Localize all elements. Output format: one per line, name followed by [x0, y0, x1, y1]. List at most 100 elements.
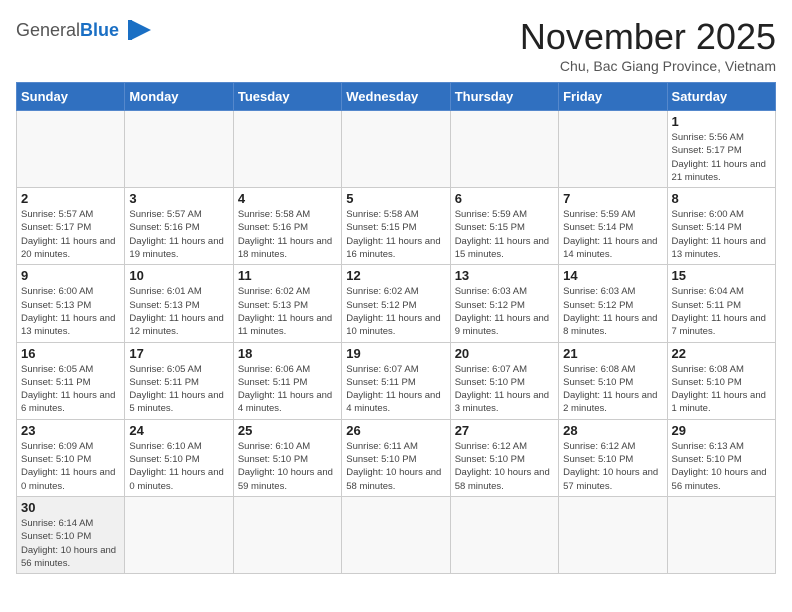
- day-info: Sunrise: 6:12 AM Sunset: 5:10 PM Dayligh…: [455, 440, 554, 493]
- day-info: Sunrise: 5:57 AM Sunset: 5:17 PM Dayligh…: [21, 208, 120, 261]
- day-info: Sunrise: 6:07 AM Sunset: 5:10 PM Dayligh…: [455, 363, 554, 416]
- calendar-cell: [125, 111, 233, 188]
- calendar-cell: 9 Sunrise: 6:00 AM Sunset: 5:13 PM Daylig…: [17, 265, 125, 342]
- calendar-week-row: 1 Sunrise: 5:56 AM Sunset: 5:17 PM Daylig…: [17, 111, 776, 188]
- day-number: 23: [21, 423, 120, 438]
- calendar-cell: 24Sunrise: 6:10 AM Sunset: 5:10 PM Dayli…: [125, 419, 233, 496]
- logo-blue-label: Blue: [80, 20, 119, 40]
- day-number: 14: [563, 268, 662, 283]
- day-info: Sunrise: 6:06 AM Sunset: 5:11 PM Dayligh…: [238, 363, 337, 416]
- calendar-cell: [559, 496, 667, 573]
- day-info: Sunrise: 6:14 AM Sunset: 5:10 PM Dayligh…: [21, 517, 120, 570]
- day-number: 30: [21, 500, 120, 515]
- day-info: Sunrise: 6:01 AM Sunset: 5:13 PM Dayligh…: [129, 285, 228, 338]
- calendar-cell: 18 Sunrise: 6:06 AM Sunset: 5:11 PM Dayli…: [233, 342, 341, 419]
- calendar-cell: 15Sunrise: 6:04 AM Sunset: 5:11 PM Dayli…: [667, 265, 775, 342]
- day-number: 12: [346, 268, 445, 283]
- calendar-cell: 29 Sunrise: 6:13 AM Sunset: 5:10 PM Dayli…: [667, 419, 775, 496]
- calendar-week-row: 16 Sunrise: 6:05 AM Sunset: 5:11 PM Dayli…: [17, 342, 776, 419]
- day-info: Sunrise: 5:58 AM Sunset: 5:16 PM Dayligh…: [238, 208, 337, 261]
- day-number: 5: [346, 191, 445, 206]
- day-number: 26: [346, 423, 445, 438]
- weekday-header: Friday: [559, 83, 667, 111]
- day-info: Sunrise: 6:10 AM Sunset: 5:10 PM Dayligh…: [238, 440, 337, 493]
- calendar-cell: 30 Sunrise: 6:14 AM Sunset: 5:10 PM Dayli…: [17, 496, 125, 573]
- day-info: Sunrise: 6:02 AM Sunset: 5:12 PM Dayligh…: [346, 285, 445, 338]
- calendar-cell: 2 Sunrise: 5:57 AM Sunset: 5:17 PM Daylig…: [17, 188, 125, 265]
- calendar-cell: 13 Sunrise: 6:03 AM Sunset: 5:12 PM Dayli…: [450, 265, 558, 342]
- day-number: 27: [455, 423, 554, 438]
- calendar-cell: 28Sunrise: 6:12 AM Sunset: 5:10 PM Dayli…: [559, 419, 667, 496]
- day-info: Sunrise: 5:59 AM Sunset: 5:14 PM Dayligh…: [563, 208, 662, 261]
- weekday-header: Tuesday: [233, 83, 341, 111]
- calendar-cell: 11 Sunrise: 6:02 AM Sunset: 5:13 PM Dayli…: [233, 265, 341, 342]
- day-number: 2: [21, 191, 120, 206]
- calendar-cell: [342, 111, 450, 188]
- day-number: 24: [129, 423, 228, 438]
- day-number: 1: [672, 114, 771, 129]
- calendar-cell: [233, 496, 341, 573]
- day-number: 7: [563, 191, 662, 206]
- day-info: Sunrise: 6:08 AM Sunset: 5:10 PM Dayligh…: [672, 363, 771, 416]
- day-number: 6: [455, 191, 554, 206]
- day-number: 11: [238, 268, 337, 283]
- day-info: Sunrise: 6:05 AM Sunset: 5:11 PM Dayligh…: [21, 363, 120, 416]
- calendar-cell: 12 Sunrise: 6:02 AM Sunset: 5:12 PM Dayli…: [342, 265, 450, 342]
- subtitle: Chu, Bac Giang Province, Vietnam: [520, 58, 776, 74]
- title-area: November 2025 Chu, Bac Giang Province, V…: [520, 16, 776, 74]
- weekday-header: Wednesday: [342, 83, 450, 111]
- day-number: 25: [238, 423, 337, 438]
- month-title: November 2025: [520, 16, 776, 58]
- day-number: 10: [129, 268, 228, 283]
- calendar-cell: 14 Sunrise: 6:03 AM Sunset: 5:12 PM Dayli…: [559, 265, 667, 342]
- calendar-cell: 21 Sunrise: 6:08 AM Sunset: 5:10 PM Dayli…: [559, 342, 667, 419]
- day-number: 20: [455, 346, 554, 361]
- day-number: 13: [455, 268, 554, 283]
- calendar-week-row: 2 Sunrise: 5:57 AM Sunset: 5:17 PM Daylig…: [17, 188, 776, 265]
- calendar-cell: 22 Sunrise: 6:08 AM Sunset: 5:10 PM Dayli…: [667, 342, 775, 419]
- day-number: 29: [672, 423, 771, 438]
- calendar-cell: 6 Sunrise: 5:59 AM Sunset: 5:15 PM Daylig…: [450, 188, 558, 265]
- day-info: Sunrise: 6:07 AM Sunset: 5:11 PM Dayligh…: [346, 363, 445, 416]
- day-number: 3: [129, 191, 228, 206]
- calendar-cell: 27 Sunrise: 6:12 AM Sunset: 5:10 PM Dayli…: [450, 419, 558, 496]
- day-info: Sunrise: 5:58 AM Sunset: 5:15 PM Dayligh…: [346, 208, 445, 261]
- day-number: 16: [21, 346, 120, 361]
- day-number: 28: [563, 423, 662, 438]
- weekday-header: Thursday: [450, 83, 558, 111]
- day-info: Sunrise: 6:08 AM Sunset: 5:10 PM Dayligh…: [563, 363, 662, 416]
- calendar-week-row: 30 Sunrise: 6:14 AM Sunset: 5:10 PM Dayli…: [17, 496, 776, 573]
- calendar-cell: [450, 111, 558, 188]
- calendar-cell: [559, 111, 667, 188]
- calendar-cell: 3 Sunrise: 5:57 AM Sunset: 5:16 PM Daylig…: [125, 188, 233, 265]
- day-number: 21: [563, 346, 662, 361]
- logo-icon: [123, 16, 155, 44]
- day-info: Sunrise: 6:03 AM Sunset: 5:12 PM Dayligh…: [455, 285, 554, 338]
- logo-general-label: General: [16, 20, 80, 40]
- calendar-week-row: 9 Sunrise: 6:00 AM Sunset: 5:13 PM Daylig…: [17, 265, 776, 342]
- calendar-cell: 8Sunrise: 6:00 AM Sunset: 5:14 PM Daylig…: [667, 188, 775, 265]
- calendar-cell: 23Sunrise: 6:09 AM Sunset: 5:10 PM Dayli…: [17, 419, 125, 496]
- calendar-cell: [125, 496, 233, 573]
- day-info: Sunrise: 6:00 AM Sunset: 5:13 PM Dayligh…: [21, 285, 120, 338]
- day-number: 9: [21, 268, 120, 283]
- day-info: Sunrise: 5:57 AM Sunset: 5:16 PM Dayligh…: [129, 208, 228, 261]
- day-number: 18: [238, 346, 337, 361]
- day-info: Sunrise: 6:02 AM Sunset: 5:13 PM Dayligh…: [238, 285, 337, 338]
- day-number: 22: [672, 346, 771, 361]
- calendar-cell: [233, 111, 341, 188]
- day-info: Sunrise: 6:03 AM Sunset: 5:12 PM Dayligh…: [563, 285, 662, 338]
- day-info: Sunrise: 5:56 AM Sunset: 5:17 PM Dayligh…: [672, 131, 771, 184]
- calendar-cell: 5 Sunrise: 5:58 AM Sunset: 5:15 PM Daylig…: [342, 188, 450, 265]
- day-info: Sunrise: 5:59 AM Sunset: 5:15 PM Dayligh…: [455, 208, 554, 261]
- calendar-cell: 17Sunrise: 6:05 AM Sunset: 5:11 PM Dayli…: [125, 342, 233, 419]
- calendar-cell: 4Sunrise: 5:58 AM Sunset: 5:16 PM Daylig…: [233, 188, 341, 265]
- day-number: 17: [129, 346, 228, 361]
- weekday-header: Monday: [125, 83, 233, 111]
- calendar-cell: [450, 496, 558, 573]
- day-info: Sunrise: 6:13 AM Sunset: 5:10 PM Dayligh…: [672, 440, 771, 493]
- calendar-cell: 16 Sunrise: 6:05 AM Sunset: 5:11 PM Dayli…: [17, 342, 125, 419]
- calendar-cell: 10 Sunrise: 6:01 AM Sunset: 5:13 PM Dayli…: [125, 265, 233, 342]
- day-info: Sunrise: 6:00 AM Sunset: 5:14 PM Dayligh…: [672, 208, 771, 261]
- calendar-cell: 25 Sunrise: 6:10 AM Sunset: 5:10 PM Dayli…: [233, 419, 341, 496]
